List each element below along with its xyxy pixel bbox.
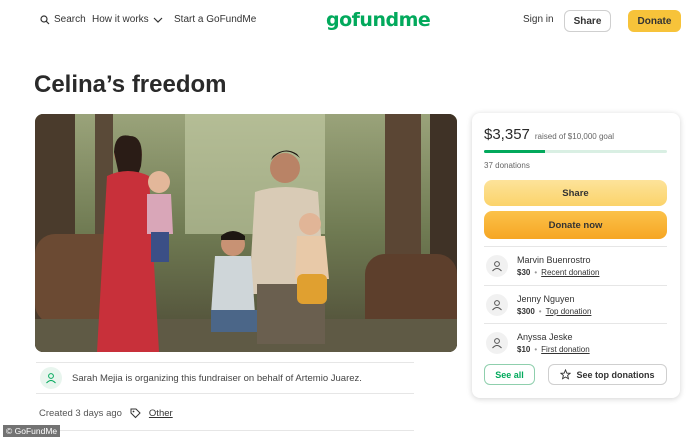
- share-button-top[interactable]: Share: [564, 10, 611, 32]
- bullet: •: [534, 267, 538, 277]
- donor-name: Anyssa Jeske: [517, 331, 573, 342]
- donation-tag-link[interactable]: Top donation: [546, 307, 592, 316]
- search-link[interactable]: Search: [40, 14, 86, 25]
- search-icon: [40, 14, 50, 24]
- donor-icon: [492, 260, 502, 271]
- donor-amount: $300: [517, 306, 535, 316]
- donor-icon: [492, 337, 502, 348]
- tag-icon: [130, 408, 141, 419]
- donor-name: Jenny Nguyen: [517, 293, 575, 304]
- gofundme-logo[interactable]: gofundme: [326, 9, 431, 31]
- divider: [36, 430, 414, 431]
- see-top-label: See top donations: [576, 369, 655, 380]
- user-icon: [46, 373, 56, 384]
- organizer-avatar: [40, 367, 62, 389]
- see-all-button[interactable]: See all: [484, 364, 535, 385]
- goal-text: raised of $10,000 goal: [534, 132, 615, 141]
- raised-summary: $3,357 raised of $10,000 goal: [484, 126, 614, 143]
- organizer-text: Sarah Mejia is organizing this fundraise…: [72, 372, 362, 384]
- donate-button-top[interactable]: Donate: [628, 10, 681, 32]
- how-it-works-label: How it works: [92, 14, 149, 25]
- donation-tag-link[interactable]: Recent donation: [541, 268, 599, 277]
- see-top-donations-button[interactable]: See top donations: [548, 364, 667, 385]
- watermark: © GoFundMe: [3, 425, 61, 437]
- donor-avatar: [486, 331, 508, 354]
- start-gofundme-link[interactable]: Start a GoFundMe: [174, 14, 256, 25]
- donor-item: Anyssa Jeske $10 • First donation: [484, 323, 667, 361]
- donor-avatar: [486, 293, 508, 316]
- search-label: Search: [54, 14, 86, 25]
- campaign-title: Celina’s freedom: [34, 71, 227, 98]
- family-photo: [35, 114, 457, 352]
- sign-in-label: Sign in: [523, 14, 554, 25]
- top-nav: Search How it works Start a GoFundMe gof…: [0, 0, 700, 42]
- share-button[interactable]: Share: [484, 180, 667, 206]
- donor-amount: $30: [517, 267, 531, 277]
- campaign-meta: Created 3 days ago Other: [39, 408, 173, 419]
- chevron-down-icon: [153, 17, 163, 23]
- donor-icon: [492, 299, 502, 310]
- raised-amount: $3,357: [484, 126, 530, 143]
- donor-item: Marvin Buenrostro $30 • Recent donation: [484, 246, 667, 284]
- donor-avatar: [486, 254, 508, 277]
- sign-in-link[interactable]: Sign in: [523, 14, 554, 25]
- donor-name: Marvin Buenrostro: [517, 254, 591, 265]
- donations-count: 37 donations: [484, 161, 530, 170]
- organizer-row: Sarah Mejia is organizing this fundraise…: [36, 362, 414, 394]
- donor-amount: $10: [517, 344, 531, 354]
- bullet: •: [538, 306, 542, 316]
- donation-tag-link[interactable]: First donation: [541, 345, 589, 354]
- bullet: •: [534, 344, 538, 354]
- category-link[interactable]: Other: [149, 408, 173, 419]
- created-text: Created 3 days ago: [39, 408, 122, 419]
- donate-now-button[interactable]: Donate now: [484, 211, 667, 239]
- start-gofundme-label: Start a GoFundMe: [174, 14, 257, 25]
- donor-item: Jenny Nguyen $300 • Top donation: [484, 285, 667, 323]
- progress-bar: [484, 150, 667, 153]
- progress-fill: [484, 150, 546, 153]
- donation-card: $3,357 raised of $10,000 goal 37 donatio…: [472, 113, 680, 398]
- campaign-photo: [35, 114, 457, 352]
- star-icon: [560, 369, 572, 380]
- how-it-works-menu[interactable]: How it works: [92, 14, 163, 25]
